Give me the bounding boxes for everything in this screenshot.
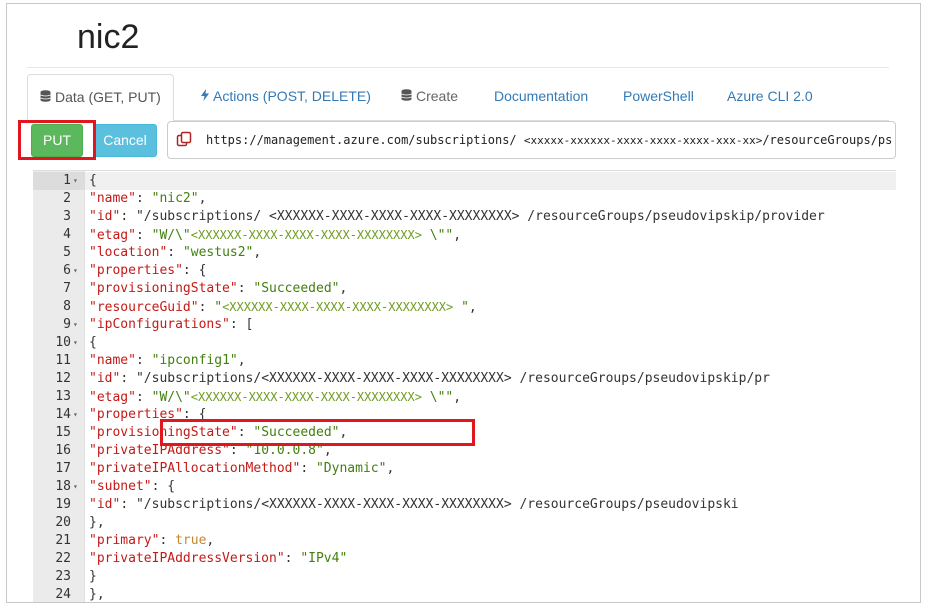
code-text: "provisioningState": "Succeeded", (89, 281, 348, 296)
line-number: 3 (63, 209, 71, 224)
code-line[interactable]: 6 ▾ "properties": { (33, 262, 896, 280)
tab-documentation-label: Documentation (494, 88, 589, 104)
code-line[interactable]: 2 "name": "nic2", (33, 190, 896, 208)
tab-data[interactable]: Data (GET, PUT) (27, 74, 174, 122)
fold-toggle-icon[interactable]: ▾ (73, 262, 83, 280)
url-prefix: https://management.azure.com/subscriptio… (206, 133, 517, 147)
url-bar[interactable]: https://management.azure.com/subscriptio… (167, 121, 896, 159)
url-text[interactable]: https://management.azure.com/subscriptio… (206, 133, 892, 147)
line-number: 16 (55, 443, 71, 458)
code-line[interactable]: 24 }, (33, 586, 896, 602)
tab-documentation[interactable]: Documentation (482, 74, 600, 121)
code-text: "location": "westus2", (89, 245, 262, 260)
line-number: 17 (55, 461, 71, 476)
code-text: "ipConfigurations": [ (89, 317, 254, 332)
line-number: 15 (55, 425, 71, 440)
tab-azure-cli-label: Azure CLI 2.0 (727, 88, 813, 104)
code-text: "privateIPAddressVersion": "IPv4" (89, 551, 348, 566)
code-line[interactable]: 7 "provisioningState": "Succeeded", (33, 280, 896, 298)
fold-toggle-icon[interactable]: ▾ (73, 172, 83, 190)
code-line[interactable]: 10 ▾ { (33, 334, 896, 352)
line-number: 13 (55, 389, 71, 404)
tab-azure-cli[interactable]: Azure CLI 2.0 (715, 74, 825, 121)
code-line[interactable]: 13 "etag": "W/\"<XXXXXX-XXXX-XXXX-XXXX-X… (33, 388, 896, 406)
code-text: }, (89, 587, 105, 602)
code-text: "id": "/subscriptions/<XXXXXX-XXXX-XXXX-… (89, 497, 739, 512)
code-line[interactable]: 18 ▾ "subnet": { (33, 478, 896, 496)
line-number: 24 (55, 587, 71, 602)
code-text: } (89, 569, 97, 584)
line-number: 21 (55, 533, 71, 548)
code-text: "etag": "W/\"<XXXXXX-XXXX-XXXX-XXXX-XXXX… (89, 390, 462, 405)
line-number: 22 (55, 551, 71, 566)
code-line[interactable]: 4 "etag": "W/\"<XXXXXX-XXXX-XXXX-XXXX-XX… (33, 226, 896, 244)
code-text: "id": "/subscriptions/<XXXXXX-XXXX-XXXX-… (89, 371, 770, 386)
put-button-highlight (18, 120, 96, 160)
fold-toggle-icon[interactable]: ▾ (73, 316, 83, 334)
provisioning-state-highlight (160, 419, 475, 446)
code-text: "primary": true, (89, 533, 215, 548)
code-text: "name": "nic2", (89, 191, 207, 206)
line-number: 7 (63, 281, 71, 296)
tab-actions-label: Actions (POST, DELETE) (213, 88, 371, 104)
code-text: { (89, 173, 97, 188)
code-text: "subnet": { (89, 479, 176, 494)
line-number: 5 (63, 245, 71, 260)
code-line[interactable]: 1 ▾{ (33, 172, 896, 190)
line-number: 20 (55, 515, 71, 530)
tabs-top-divider (27, 67, 889, 68)
code-line[interactable]: 20 }, (33, 514, 896, 532)
line-number: 2 (63, 191, 71, 206)
code-line[interactable]: 8 "resourceGuid": "<XXXXXX-XXXX-XXXX-XXX… (33, 298, 896, 316)
url-subscription-placeholder: <xxxxx-xxxxxx-xxxx-xxxx-xxxx-xxx-xx> (523, 134, 763, 147)
code-line[interactable]: 22 "privateIPAddressVersion": "IPv4" (33, 550, 896, 568)
fold-toggle-icon[interactable]: ▾ (73, 334, 83, 352)
code-line[interactable]: 3 "id": "/subscriptions/ <XXXXXX-XXXX-XX… (33, 208, 896, 226)
fold-toggle-icon[interactable]: ▾ (73, 406, 83, 424)
code-text: "name": "ipconfig1", (89, 353, 246, 368)
copy-link-icon[interactable] (176, 131, 192, 147)
line-number: 12 (55, 371, 71, 386)
tab-actions[interactable]: Actions (POST, DELETE) (189, 74, 383, 121)
tab-powershell[interactable]: PowerShell (611, 74, 706, 121)
tab-create-label: Create (416, 88, 459, 104)
database-icon (40, 90, 51, 105)
code-line[interactable]: 17 "privateIPAllocationMethod": "Dynamic… (33, 460, 896, 478)
code-text: "privateIPAllocationMethod": "Dynamic", (89, 461, 395, 476)
bolt-icon (201, 89, 209, 104)
code-line[interactable]: 19 "id": "/subscriptions/<XXXXXX-XXXX-XX… (33, 496, 896, 514)
fold-toggle-icon[interactable]: ▾ (73, 478, 83, 496)
page-title: nic2 (77, 18, 140, 56)
code-line[interactable]: 21 "primary": true, (33, 532, 896, 550)
line-number: 19 (55, 497, 71, 512)
code-line[interactable]: 23 } (33, 568, 896, 586)
code-text: "resourceGuid": "<XXXXXX-XXXX-XXXX-XXXX-… (89, 300, 477, 315)
database-icon (401, 89, 412, 104)
code-line[interactable]: 12 "id": "/subscriptions/<XXXXXX-XXXX-XX… (33, 370, 896, 388)
line-number: 11 (55, 353, 71, 368)
code-text: "properties": { (89, 263, 207, 278)
code-line[interactable]: 11 "name": "ipconfig1", (33, 352, 896, 370)
code-line[interactable]: 5 "location": "westus2", (33, 244, 896, 262)
app-frame: nic2 Data (GET, PUT) Actions (POST, DELE… (6, 3, 921, 603)
code-text: { (89, 335, 97, 350)
tab-powershell-label: PowerShell (623, 88, 694, 104)
line-number: 4 (63, 227, 71, 242)
code-text: "id": "/subscriptions/ <XXXXXX-XXXX-XXXX… (89, 209, 825, 224)
line-number: 8 (63, 299, 71, 314)
tab-data-label: Data (GET, PUT) (55, 89, 161, 105)
code-text: "etag": "W/\"<XXXXXX-XXXX-XXXX-XXXX-XXXX… (89, 228, 462, 243)
code-line[interactable]: 9 ▾ "ipConfigurations": [ (33, 316, 896, 334)
tab-create[interactable]: Create (389, 74, 470, 121)
line-number: 23 (55, 569, 71, 584)
cancel-button[interactable]: Cancel (93, 124, 157, 157)
url-suffix: /resourceGroups/ps (762, 133, 893, 147)
tab-bar: Data (GET, PUT) Actions (POST, DELETE) C… (27, 74, 889, 122)
code-text: }, (89, 515, 105, 530)
json-editor[interactable]: 1 ▾{2 "name": "nic2", 3 "id": "/subscripti… (33, 170, 896, 602)
